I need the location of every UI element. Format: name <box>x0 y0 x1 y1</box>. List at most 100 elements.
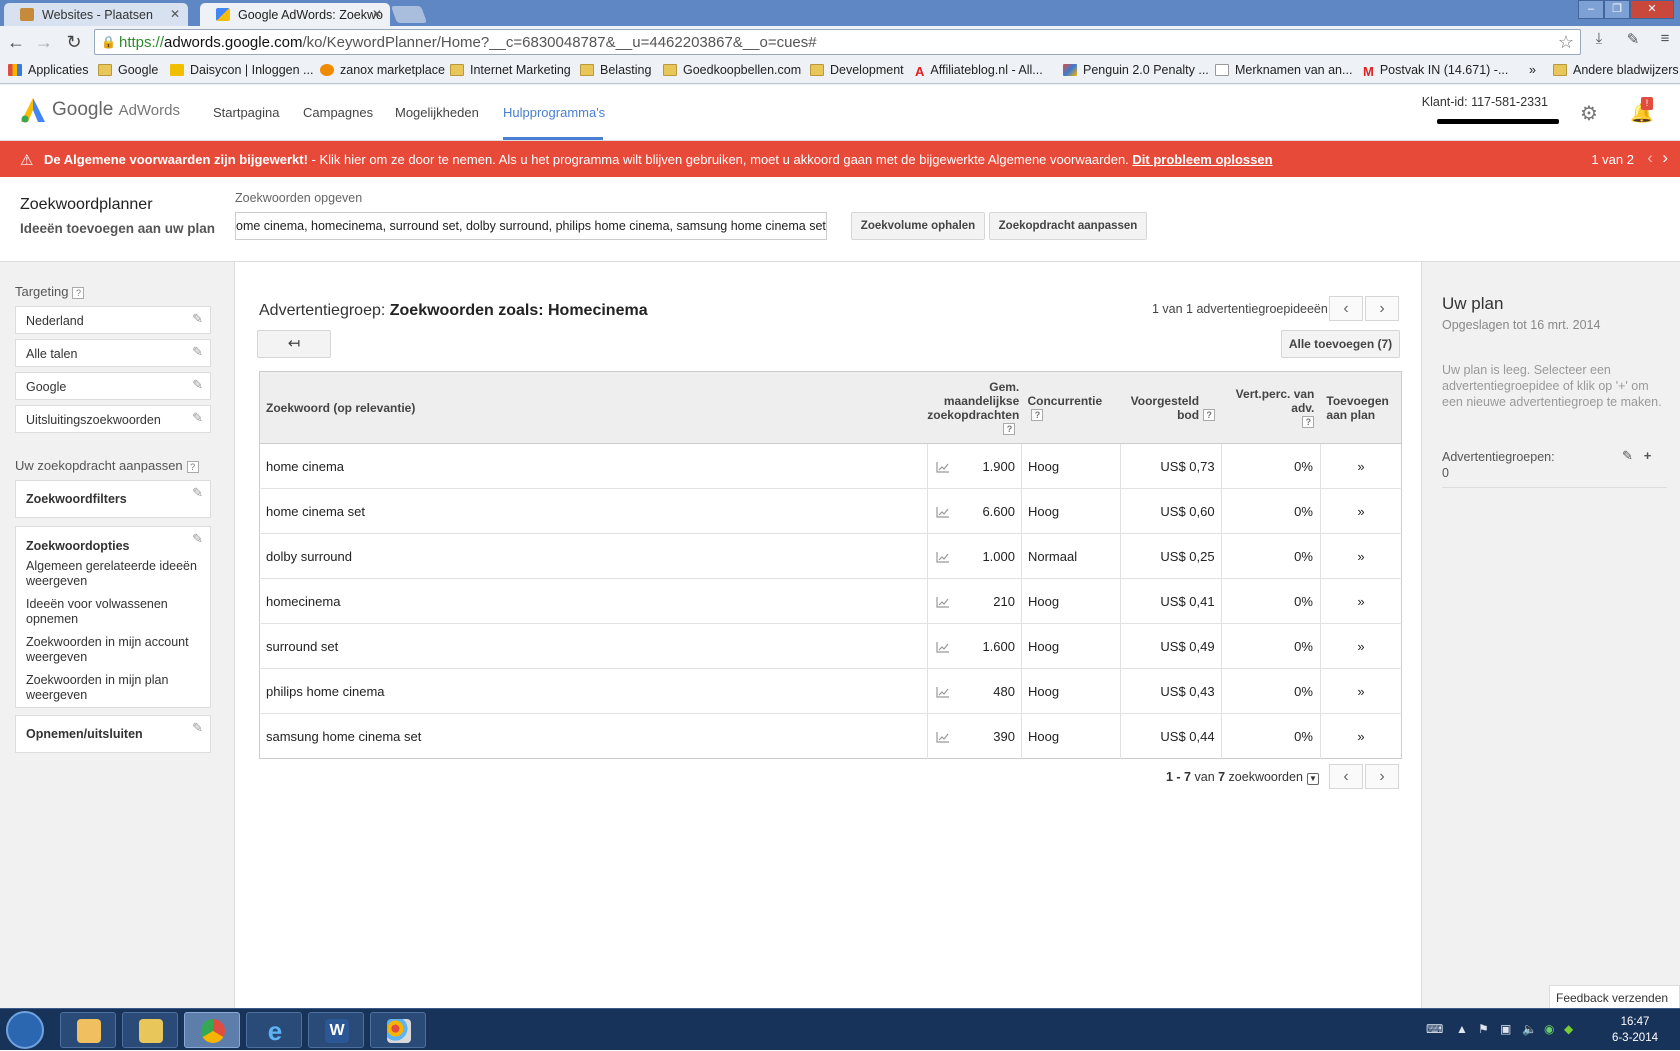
dropdown-icon[interactable]: ▼ <box>1306 773 1319 785</box>
back-icon[interactable]: ← <box>4 30 28 54</box>
chevron-left-icon[interactable]: ‹ <box>1329 296 1363 321</box>
taskbar-explorer[interactable] <box>122 1012 178 1048</box>
taskbar-ie[interactable]: e <box>246 1012 302 1048</box>
eyedropper-icon[interactable]: ✎ <box>1622 30 1644 52</box>
adwords-logo[interactable]: Google AdWords <box>20 97 180 123</box>
get-volume-button[interactable]: Zoekvolume ophalen <box>851 212 985 240</box>
alert-message[interactable]: De Algemene voorwaarden zijn bijgewerkt!… <box>44 152 1273 167</box>
keywords-input[interactable]: ome cinema, homecinema, surround set, do… <box>235 212 827 240</box>
targeting-network[interactable]: Google ✎ <box>15 372 211 400</box>
maximize-icon[interactable]: ❐ <box>1604 0 1630 19</box>
nav-mogelijkheden[interactable]: Mogelijkheden <box>395 105 479 120</box>
bookmark-merknamen[interactable]: Merknamen van an... <box>1215 63 1352 77</box>
help-icon[interactable]: ? <box>72 286 85 299</box>
include-exclude[interactable]: Opnemen/uitsluiten ✎ <box>15 715 211 753</box>
chevron-left-icon[interactable]: ‹ <box>1329 764 1363 789</box>
col-share[interactable]: Vert.perc. van adv.? <box>1221 371 1321 444</box>
trend-chart-icon[interactable] <box>926 533 958 579</box>
bookmark-development[interactable]: Development <box>810 63 904 77</box>
keyword-options[interactable]: Zoekwoordopties ✎ Algemeen gerelateerde i… <box>15 526 211 708</box>
add-adgroup-icon[interactable]: + <box>1644 448 1652 463</box>
targeting-location[interactable]: Nederland ✎ <box>15 306 211 334</box>
help-icon[interactable]: ? <box>1031 409 1044 422</box>
bookmark-zanox[interactable]: zanox marketplace <box>320 63 445 77</box>
col-keyword[interactable]: Zoekwoord (op relevantie) <box>259 371 928 444</box>
col-bid[interactable]: Voorgesteld bod? <box>1120 371 1222 444</box>
help-icon[interactable]: ? <box>1203 409 1216 422</box>
flag-icon[interactable]: ⚑ <box>1478 1022 1489 1036</box>
url-text[interactable]: https://adwords.google.com/ko/KeywordPla… <box>119 34 817 51</box>
bookmark-daisycon[interactable]: Daisycon | Inloggen ... <box>170 63 313 77</box>
pencil-icon[interactable]: ✎ <box>192 720 203 736</box>
bookmark-star-icon[interactable]: ☆ <box>1558 32 1574 53</box>
add-to-plan-icon[interactable]: » <box>1319 623 1402 669</box>
minimize-icon[interactable]: – <box>1578 0 1604 19</box>
reload-icon[interactable]: ↻ <box>62 30 86 54</box>
edit-plan-icon[interactable]: ✎ <box>1622 448 1633 463</box>
pencil-icon[interactable]: ✎ <box>192 410 203 426</box>
new-tab-button[interactable] <box>390 6 428 23</box>
chevron-right-icon[interactable]: › <box>1662 148 1668 167</box>
taskbar-outlook[interactable] <box>60 1012 116 1048</box>
chevron-right-icon[interactable]: › <box>1365 296 1399 321</box>
trend-chart-icon[interactable] <box>926 488 958 534</box>
browser-tab-websites[interactable]: Websites - Plaatsen ✕ <box>4 3 188 26</box>
pencil-icon[interactable]: ✎ <box>192 531 203 547</box>
add-all-button[interactable]: Alle toevoegen (7) <box>1281 330 1400 358</box>
bookmark-gmail[interactable]: M Postvak IN (14.671) -... <box>1363 63 1508 79</box>
trend-chart-icon[interactable] <box>926 668 958 714</box>
pencil-icon[interactable]: ✎ <box>192 344 203 360</box>
bookmarks-overflow[interactable]: » <box>1529 63 1536 77</box>
bookmark-belasting[interactable]: Belasting <box>580 63 651 77</box>
col-competition[interactable]: Concurrentie? <box>1021 371 1121 444</box>
targeting-negative-keywords[interactable]: Uitsluitingszoekwoorden ✎ <box>15 405 211 433</box>
trend-chart-icon[interactable] <box>926 623 958 669</box>
add-to-plan-icon[interactable]: » <box>1319 443 1402 489</box>
forward-icon[interactable]: → <box>32 30 56 54</box>
bookmark-apps[interactable]: Applicaties <box>8 63 88 77</box>
add-to-plan-icon[interactable]: » <box>1319 533 1402 579</box>
trend-chart-icon[interactable] <box>926 578 958 624</box>
taskbar-paint[interactable] <box>370 1012 426 1048</box>
bookmark-google[interactable]: Google <box>98 63 158 77</box>
menu-icon[interactable]: ≡ <box>1654 30 1676 52</box>
taskbar-chrome[interactable] <box>184 1012 240 1048</box>
modify-search-button[interactable]: Zoekopdracht aanpassen <box>989 212 1147 240</box>
gear-icon[interactable]: ⚙ <box>1580 101 1598 126</box>
help-icon[interactable]: ? <box>186 460 199 473</box>
clock[interactable]: 16:47 6-3-2014 <box>1612 1014 1658 1046</box>
bookmark-other[interactable]: Andere bladwijzers <box>1553 63 1679 77</box>
feedback-button[interactable]: Feedback verzenden <box>1549 985 1680 1010</box>
account-id[interactable]: Klant-id: 117-581-2331 <box>1422 95 1548 109</box>
add-to-plan-icon[interactable]: » <box>1319 713 1402 759</box>
browser-tab-adwords[interactable]: Google AdWords: Zoekwo ✕ <box>200 3 390 26</box>
bookmark-goedkoopbellen[interactable]: Goedkoopbellen.com <box>663 63 801 77</box>
download-icon[interactable]: ⤓ <box>1588 30 1610 52</box>
terms-alert-banner[interactable]: ⚠ De Algemene voorwaarden zijn bijgewerk… <box>0 141 1680 177</box>
pencil-icon[interactable]: ✎ <box>192 311 203 327</box>
add-to-plan-icon[interactable]: » <box>1319 578 1402 624</box>
sync-icon[interactable]: ◉ <box>1544 1022 1554 1036</box>
taskbar-word[interactable]: W <box>308 1012 364 1048</box>
nvidia-icon[interactable]: ◆ <box>1564 1022 1573 1036</box>
chevron-right-icon[interactable]: › <box>1365 764 1399 789</box>
address-bar[interactable]: 🔒 https://adwords.google.com/ko/KeywordP… <box>94 29 1581 55</box>
fix-problem-link[interactable]: Dit probleem oplossen <box>1132 152 1272 167</box>
pencil-icon[interactable]: ✎ <box>192 485 203 501</box>
window-close-icon[interactable]: ✕ <box>1630 0 1674 19</box>
add-to-plan-icon[interactable]: » <box>1319 668 1402 714</box>
windows-start-icon[interactable] <box>6 1011 44 1049</box>
network-icon[interactable]: ▣ <box>1500 1022 1511 1036</box>
help-icon[interactable]: ? <box>1302 416 1315 429</box>
bookmark-affiliateblog[interactable]: A Affiliateblog.nl - All... <box>915 63 1043 79</box>
help-icon[interactable]: ? <box>1003 423 1016 436</box>
back-arrow-icon[interactable]: ↤ <box>257 330 331 358</box>
tray-expand-icon[interactable]: ▲ <box>1456 1022 1468 1036</box>
chevron-left-icon[interactable]: ‹ <box>1647 148 1653 167</box>
bookmark-penguin[interactable]: Penguin 2.0 Penalty ... <box>1063 63 1209 77</box>
trend-chart-icon[interactable] <box>926 713 958 759</box>
pencil-icon[interactable]: ✎ <box>192 377 203 393</box>
trend-chart-icon[interactable] <box>926 443 958 489</box>
keyboard-icon[interactable]: ⌨ <box>1426 1022 1443 1036</box>
tab-close-icon[interactable]: ✕ <box>170 7 180 21</box>
